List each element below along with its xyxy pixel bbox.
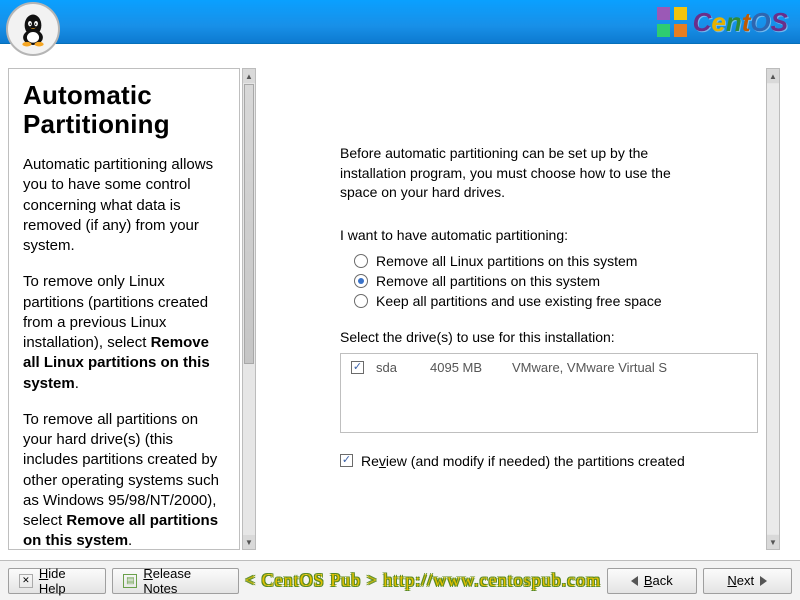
radio-label: Remove all partitions on this system: [376, 273, 600, 289]
radio-icon: [354, 254, 368, 268]
next-button[interactable]: Next: [703, 568, 792, 594]
partition-choice-group: Remove all Linux partitions on this syst…: [354, 253, 758, 309]
scroll-down-icon[interactable]: ▼: [767, 535, 779, 549]
drive-dev: sda: [376, 360, 418, 375]
intro-text: Before automatic partitioning can be set…: [340, 144, 700, 203]
drive-size: 4095 MB: [430, 360, 500, 375]
tux-logo: [6, 2, 60, 56]
radio-icon: [354, 294, 368, 308]
help-para-2: To remove only Linux partitions (partiti…: [23, 272, 225, 394]
drive-checkbox[interactable]: [351, 361, 364, 374]
notes-icon: ▤: [123, 574, 137, 588]
scroll-up-icon[interactable]: ▲: [243, 69, 255, 83]
release-notes-button[interactable]: ▤ Release Notes: [112, 568, 238, 594]
title-bar: CentOS: [0, 0, 800, 44]
radio-remove-all[interactable]: Remove all partitions on this system: [354, 273, 758, 289]
help-content: Automatic Partitioning Automatic partiti…: [8, 68, 240, 550]
scroll-down-icon[interactable]: ▼: [243, 535, 255, 549]
arrow-left-icon: [631, 576, 638, 586]
help-title: Automatic Partitioning: [23, 81, 225, 139]
review-checkbox[interactable]: [340, 454, 353, 467]
partition-choice-label: I want to have automatic partitioning:: [340, 227, 758, 243]
radio-label: Keep all partitions and use existing fre…: [376, 293, 662, 309]
drive-row[interactable]: sda 4095 MB VMware, VMware Virtual S: [341, 354, 757, 381]
drive-list[interactable]: sda 4095 MB VMware, VMware Virtual S: [340, 353, 758, 433]
radio-icon: [354, 274, 368, 288]
radio-keep-all[interactable]: Keep all partitions and use existing fre…: [354, 293, 758, 309]
drive-model: VMware, VMware Virtual S: [512, 360, 667, 375]
main-panel: Before automatic partitioning can be set…: [288, 68, 780, 550]
watermark-text: < CentOS Pub > http://www.centospub.com: [245, 570, 601, 590]
review-label: Review (and modify if needed) the partit…: [361, 453, 685, 469]
drives-label: Select the drive(s) to use for this inst…: [340, 329, 758, 345]
centos-logo: CentOS: [657, 4, 788, 40]
arrow-right-icon: [760, 576, 767, 586]
footer-bar: ✕ Hide Help ▤ Release Notes < CentOS Pub…: [0, 560, 800, 600]
help-para-1: Automatic partitioning allows you to hav…: [23, 155, 225, 256]
help-scrollbar[interactable]: ▲ ▼: [242, 68, 256, 550]
main-scrollbar[interactable]: ▲ ▼: [766, 68, 780, 550]
scroll-thumb[interactable]: [244, 84, 254, 364]
hide-help-icon: ✕: [19, 574, 33, 588]
scroll-up-icon[interactable]: ▲: [767, 69, 779, 83]
help-para-3: To remove all partitions on your hard dr…: [23, 410, 225, 550]
back-button[interactable]: Back: [607, 568, 696, 594]
radio-label: Remove all Linux partitions on this syst…: [376, 253, 637, 269]
help-panel: Automatic Partitioning Automatic partiti…: [8, 68, 256, 550]
radio-remove-linux[interactable]: Remove all Linux partitions on this syst…: [354, 253, 758, 269]
review-checkbox-row[interactable]: Review (and modify if needed) the partit…: [340, 453, 758, 469]
hide-help-button[interactable]: ✕ Hide Help: [8, 568, 106, 594]
